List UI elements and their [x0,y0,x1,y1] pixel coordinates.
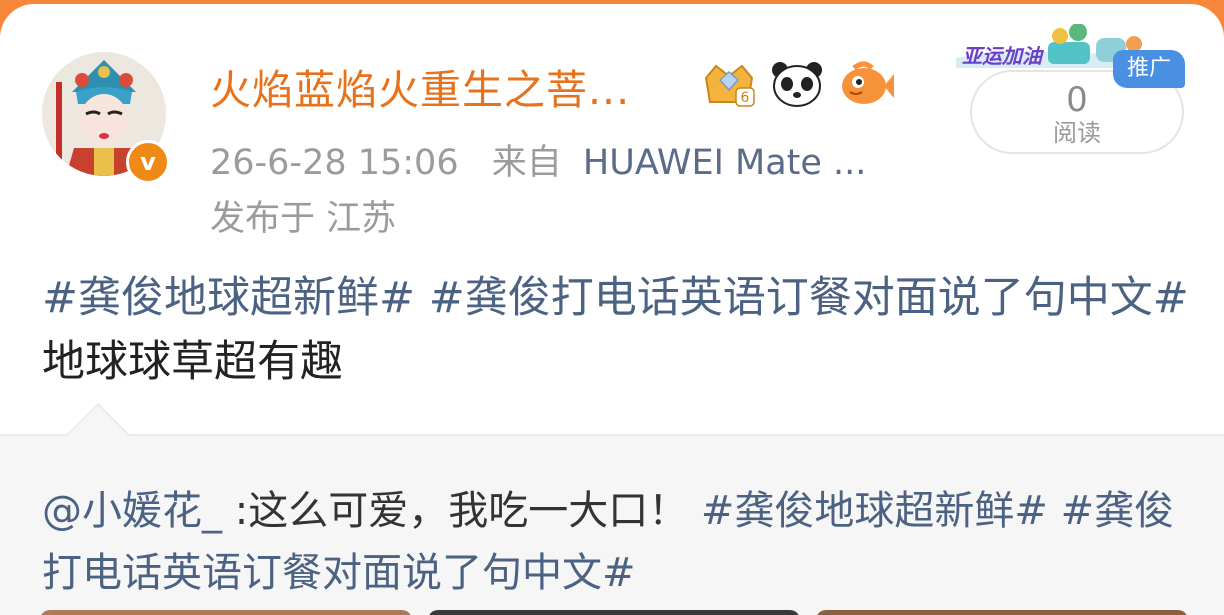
repost-content: @小媛花_ :这么可爱，我吃一大口！ #龚俊地球超新鲜# #龚俊打电话英语订餐对… [42,480,1192,604]
post-location: 发布于 江苏 [210,199,397,239]
verified-badge-icon: v [126,140,170,184]
repost-image-thumb[interactable] [40,610,412,615]
device-source: HUAWEI Mate ... [582,143,867,183]
user-badges: 6 [700,58,894,110]
fish-icon[interactable] [836,58,894,110]
crown-level-text: 6 [741,90,750,106]
repost-image-thumb[interactable] [428,610,800,615]
read-label: 阅读 [1053,119,1101,147]
panda-icon[interactable] [768,58,826,110]
ad-badge[interactable]: 推广 [1113,50,1185,88]
topic-link[interactable]: #龚俊地球超新鲜# [42,273,415,323]
source-prefix: 来自 [491,143,562,183]
weibo-post-card: v 火焰蓝焰火重生之菩... 6 26-6-28 15:06 来自 HUAWEI… [0,4,1224,615]
repost-image-thumb[interactable] [816,610,1188,615]
username[interactable]: 火焰蓝焰火重生之菩... [210,56,630,116]
repost-body-text: :这么可爱，我吃一大口！ [234,488,689,534]
topic-link[interactable]: #龚俊地球超新鲜# [701,488,1048,534]
topic-link[interactable]: #龚俊打电话英语订餐对面说了句中文# [429,273,1189,323]
post-content: #龚俊地球超新鲜# #龚俊打电话英语订餐对面说了句中文# 地球球草超有趣 [42,266,1192,394]
post-body-text: 地球球草超有趣 [42,337,343,387]
post-meta: 26-6-28 15:06 来自 HUAWEI Mate ... [210,134,866,185]
post-datetime: 26-6-28 15:06 [210,143,459,183]
repost-image-grid [40,610,1188,615]
promo-banner-text: 亚运加油 [962,44,1042,68]
mention-link[interactable]: @小媛花_ [42,488,222,534]
repost-section[interactable]: @小媛花_ :这么可爱，我吃一大口！ #龚俊地球超新鲜# #龚俊打电话英语订餐对… [0,402,1224,615]
repost-pointer [66,402,130,466]
crown-level-icon[interactable]: 6 [700,58,758,110]
